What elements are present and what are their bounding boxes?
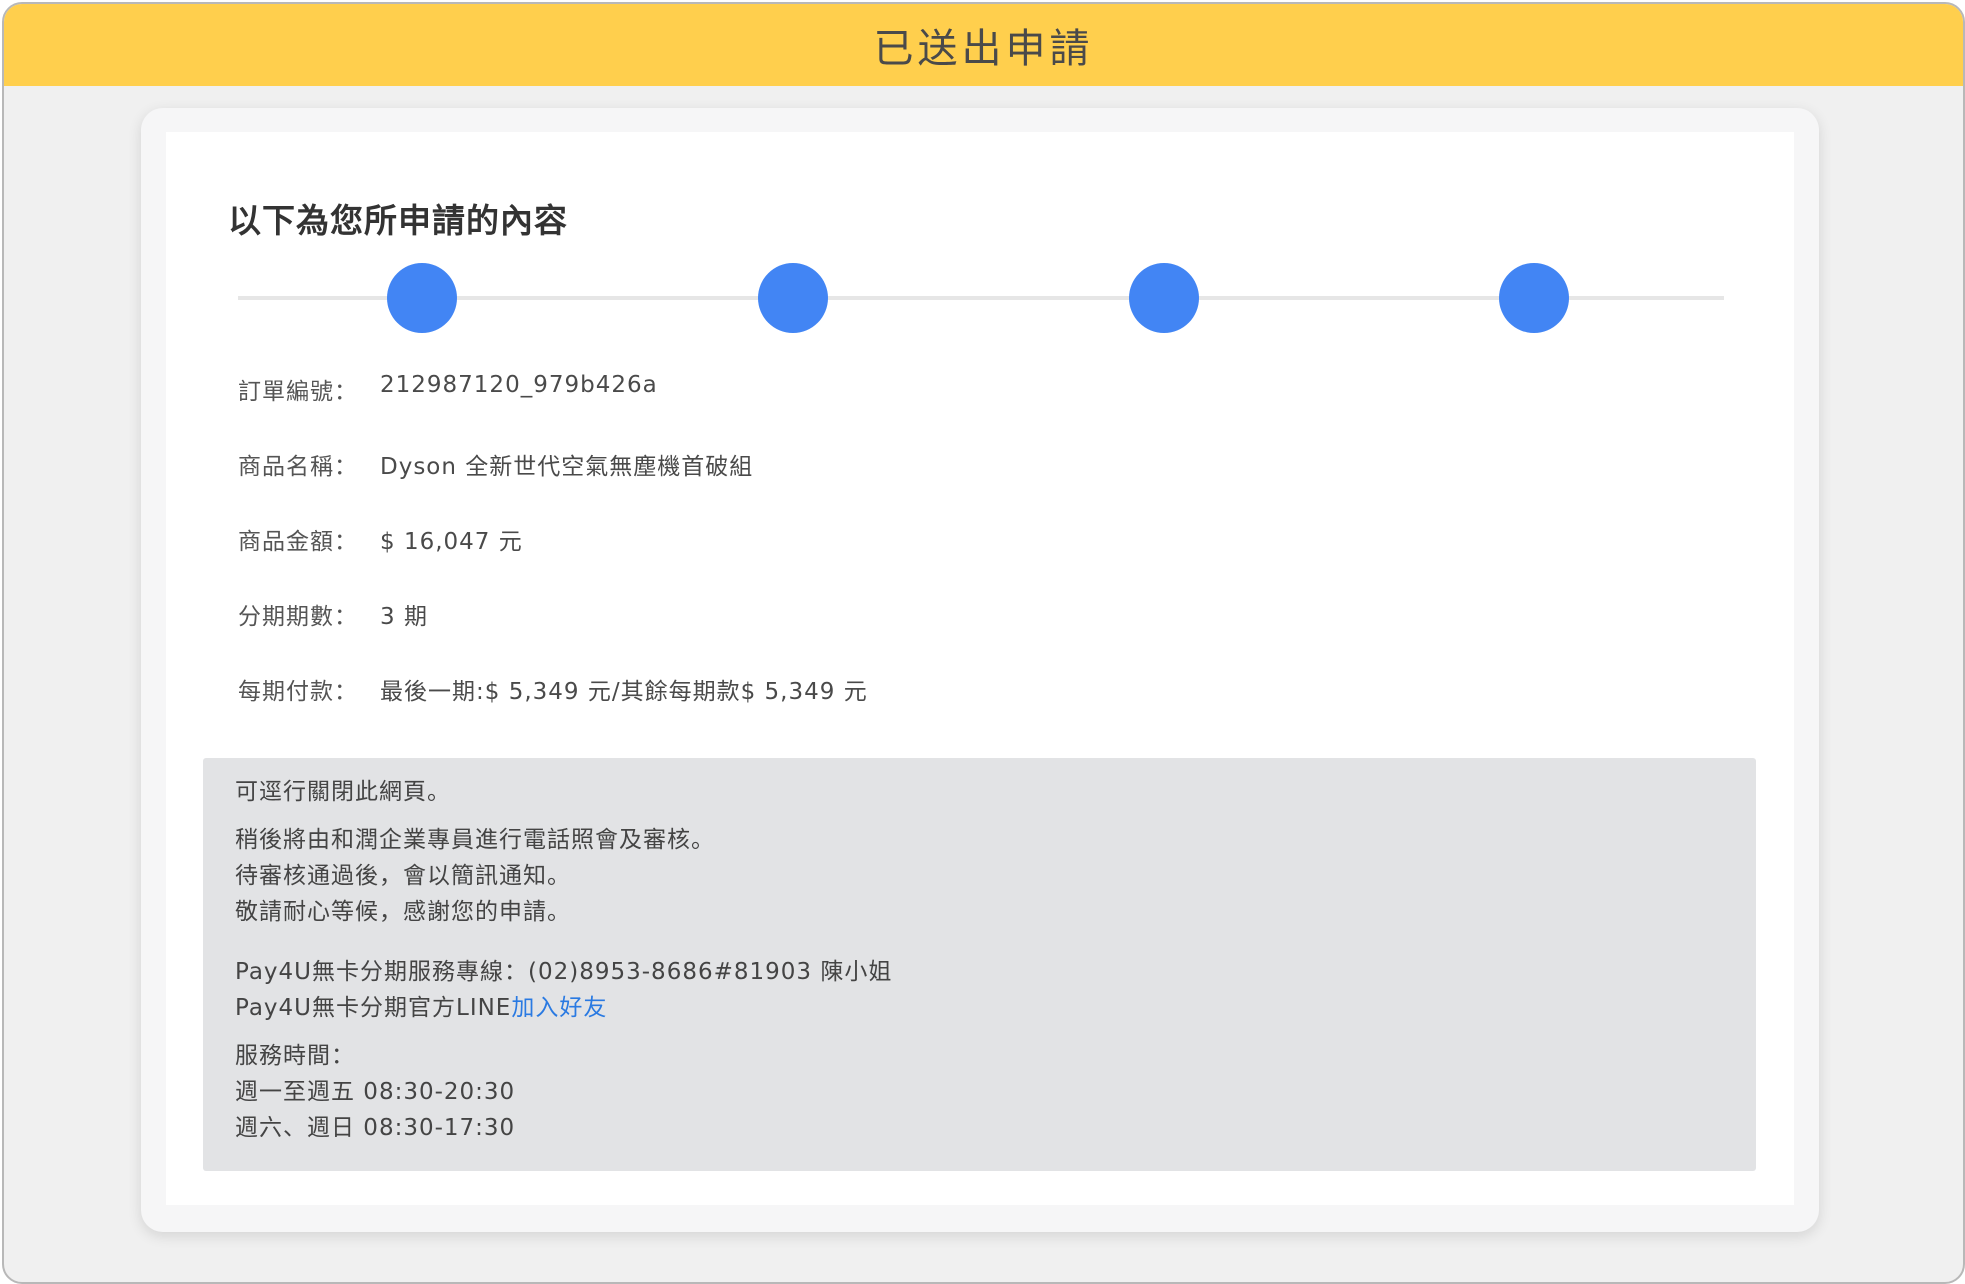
header-bar: 已送出申請 — [4, 4, 1963, 86]
notice-box: 可逕行關閉此網頁。 稍後將由和潤企業專員進行電話照會及審核。 待審核通過後，會以… — [203, 758, 1756, 1171]
content-title: 以下為您所申請的內容 — [228, 201, 568, 240]
service-hours-label: 服務時間： — [235, 1043, 355, 1069]
progress-step-4 — [1499, 263, 1569, 333]
header-title: 已送出申請 — [873, 26, 1094, 72]
payment-value: 最後一期:$ 5,349 元/其餘每期款$ 5,349 元 — [380, 679, 868, 705]
payment-label: 每期付款： — [238, 679, 358, 705]
close-hint: 可逕行關閉此網頁。 — [235, 779, 451, 805]
detail-row-order-number: 訂單編號： 212987120_979b426a — [238, 372, 1638, 447]
page-frame: 已送出申請 以下為您所申請的內容 訂單編號： 212987120_979b426… — [2, 2, 1965, 1284]
service-hours-weekend: 週六、週日 08:30-17:30 — [235, 1115, 516, 1141]
installments-value: 3 期 — [380, 604, 428, 630]
progress-step-1 — [387, 263, 457, 333]
result-card-body: 以下為您所申請的內容 訂單編號： 212987120_979b426a 商品名稱… — [166, 132, 1794, 1205]
progress-steps — [238, 260, 1724, 336]
order-number-value: 212987120_979b426a — [380, 372, 658, 398]
order-number-label: 訂單編號： — [238, 379, 358, 405]
line-row: Pay4U無卡分期官方LINE加入好友 — [235, 990, 1724, 1026]
detail-row-product-amount: 商品金額： $ 16,047 元 — [238, 522, 1638, 597]
detail-row-product-name: 商品名稱： Dyson 全新世代空氣無塵機首破組 — [238, 447, 1638, 522]
application-details: 訂單編號： 212987120_979b426a 商品名稱： Dyson 全新世… — [238, 372, 1638, 747]
detail-row-payment: 每期付款： 最後一期:$ 5,349 元/其餘每期款$ 5,349 元 — [238, 672, 1638, 747]
service-hours-weekday: 週一至週五 08:30-20:30 — [235, 1079, 516, 1105]
detail-row-installments: 分期期數： 3 期 — [238, 597, 1638, 672]
result-card: 以下為您所申請的內容 訂單編號： 212987120_979b426a 商品名稱… — [141, 108, 1819, 1232]
product-name-label: 商品名稱： — [238, 454, 358, 480]
add-friend-link[interactable]: 加入好友 — [511, 995, 607, 1021]
progress-step-2 — [758, 263, 828, 333]
progress-step-3 — [1129, 263, 1199, 333]
notice-message: 稍後將由和潤企業專員進行電話照會及審核。 — [235, 827, 715, 853]
notice-message: 敬請耐心等候，感謝您的申請。 — [235, 899, 571, 925]
product-amount-value: $ 16,047 元 — [380, 529, 523, 555]
service-hotline: Pay4U無卡分期服務專線：(02)8953-8686#81903 陳小姐 — [235, 959, 893, 985]
product-amount-label: 商品金額： — [238, 529, 358, 555]
installments-label: 分期期數： — [238, 604, 358, 630]
notice-message: 待審核通過後，會以簡訊通知。 — [235, 863, 571, 889]
product-name-value: Dyson 全新世代空氣無塵機首破組 — [380, 454, 754, 480]
line-prefix: Pay4U無卡分期官方LINE — [235, 995, 512, 1021]
